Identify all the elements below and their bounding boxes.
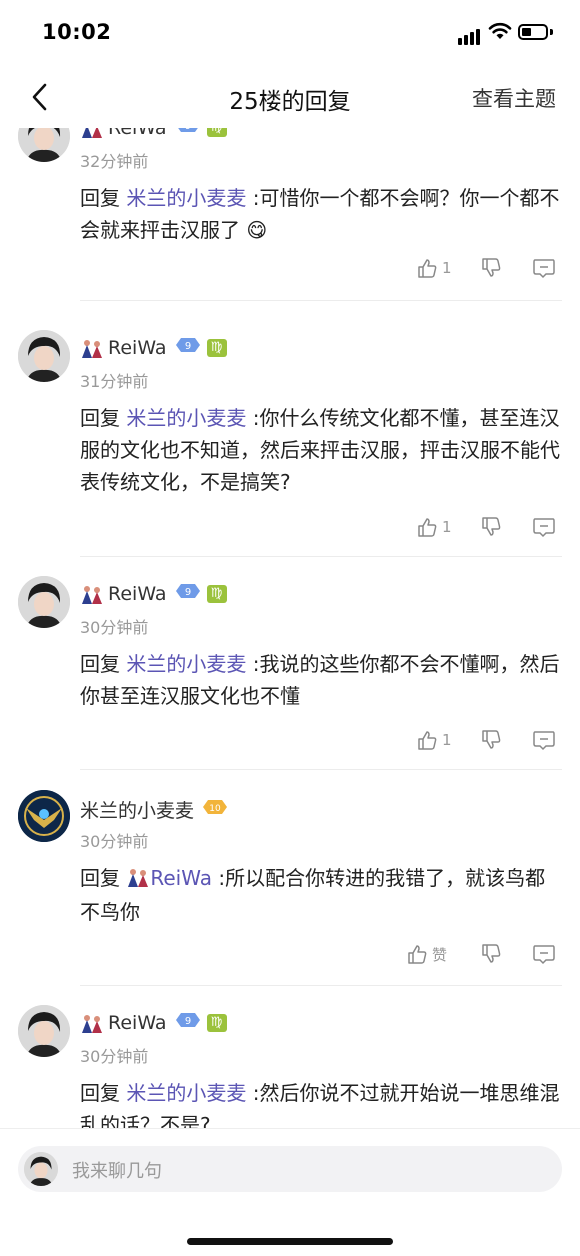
- action-bar: 1: [0, 253, 580, 283]
- post-time: 30分钟前: [80, 1047, 149, 1066]
- action-bar: 1: [0, 512, 580, 542]
- thumbs-down-icon: [482, 730, 501, 749]
- comment-icon: [533, 259, 555, 279]
- comment-icon: [533, 945, 555, 965]
- reply-text: 回复 米兰的小麦麦 :然后你说不过就开始说一堆思维混乱的话？不是?: [80, 1081, 560, 1128]
- author-name[interactable]: 米兰的小麦麦: [80, 796, 194, 823]
- svg-text:9: 9: [184, 1016, 190, 1027]
- signal-icon: [458, 26, 482, 45]
- dislike-button[interactable]: [480, 725, 502, 755]
- view-topic-button[interactable]: 查看主题: [472, 83, 556, 113]
- figurine-flair-icon: [80, 584, 104, 604]
- status-bar: 10:02: [0, 0, 580, 70]
- author-row: ReiWa 9 ♍: [80, 1011, 227, 1034]
- avatar[interactable]: [18, 128, 70, 162]
- level-badge: 9: [175, 128, 201, 139]
- figurine-flair-icon: [80, 128, 104, 138]
- post-time: 32分钟前: [80, 152, 149, 171]
- like-button[interactable]: 1: [416, 253, 452, 283]
- figurine-flair-icon: [80, 1013, 104, 1033]
- reply-bar: 我来聊几句: [0, 1128, 580, 1256]
- thumbs-down-icon: [482, 944, 501, 963]
- thumbs-up-icon: [408, 945, 427, 964]
- mention-link[interactable]: 米兰的小麦麦: [126, 652, 246, 676]
- level-badge: 9: [175, 1011, 201, 1034]
- comment-icon: [533, 731, 555, 751]
- reply-feed[interactable]: ReiWa 9 ♍ 32分钟前 回复 米兰的小麦麦 :可惜你一个都不会啊？你一个…: [0, 128, 580, 1128]
- comment-button[interactable]: [532, 725, 556, 755]
- reply-text: 回复 米兰的小麦麦 :可惜你一个都不会啊？你一个都不会就来抨击汉服了 😋: [80, 186, 560, 242]
- like-button[interactable]: 赞: [406, 939, 447, 969]
- thumbs-up-icon: [418, 518, 437, 537]
- author-row: ReiWa 9 ♍: [80, 336, 227, 359]
- battery-icon: [518, 24, 548, 40]
- reply-placeholder: 我来聊几句: [72, 1161, 162, 1182]
- svg-text:9: 9: [184, 128, 190, 132]
- level-badge: 9: [175, 582, 201, 605]
- level-badge: 9: [175, 336, 201, 359]
- mention-link[interactable]: ReiWa: [150, 866, 212, 890]
- author-name[interactable]: ReiWa: [108, 337, 167, 359]
- reply-text: 回复 ReiWa :所以配合你转进的我错了，就该鸟都不鸟你: [80, 862, 560, 928]
- comment-button[interactable]: [532, 253, 556, 283]
- figurine-flair-icon: [80, 338, 104, 358]
- comment-icon: [533, 518, 555, 538]
- home-indicator[interactable]: [187, 1238, 393, 1245]
- action-bar: 1: [0, 725, 580, 755]
- author-row: ReiWa 9 ♍: [80, 128, 227, 139]
- comment-button[interactable]: [532, 939, 556, 969]
- author-name[interactable]: ReiWa: [108, 1012, 167, 1034]
- nav-bar: 25楼的回复 查看主题: [0, 70, 580, 128]
- reply-text: 回复 米兰的小麦麦 :你什么传统文化都不懂，甚至连汉服的文化也不知道，然后来抨击…: [80, 406, 560, 494]
- avatar[interactable]: [18, 576, 70, 628]
- mention-link[interactable]: 米兰的小麦麦: [126, 406, 246, 430]
- like-button[interactable]: 1: [416, 512, 452, 542]
- level-badge: 10: [202, 798, 228, 821]
- dislike-button[interactable]: [480, 253, 502, 283]
- dislike-button[interactable]: [480, 512, 502, 542]
- author-row: 米兰的小麦麦 10: [80, 796, 228, 823]
- author-row: ReiWa 9 ♍: [80, 582, 227, 605]
- zodiac-badge: ♍: [206, 1013, 227, 1032]
- post-time: 31分钟前: [80, 372, 149, 391]
- zodiac-badge: ♍: [206, 128, 227, 137]
- zodiac-badge: ♍: [206, 338, 227, 357]
- zodiac-badge: ♍: [206, 584, 227, 603]
- dislike-button[interactable]: [480, 939, 502, 969]
- mention-link[interactable]: 米兰的小麦麦: [126, 186, 246, 210]
- post-time: 30分钟前: [80, 832, 149, 851]
- wifi-icon: [488, 22, 512, 44]
- status-time: 10:02: [42, 20, 112, 44]
- comment-button[interactable]: [532, 512, 556, 542]
- thumbs-up-icon: [418, 731, 437, 750]
- action-bar: 赞: [0, 939, 580, 969]
- author-name[interactable]: ReiWa: [108, 128, 167, 139]
- thumbs-down-icon: [482, 258, 501, 277]
- reply-input[interactable]: 我来聊几句: [18, 1146, 562, 1192]
- mention-link[interactable]: 米兰的小麦麦: [126, 1081, 246, 1105]
- post-time: 30分钟前: [80, 618, 149, 637]
- figurine-flair-icon: [126, 864, 150, 896]
- svg-text:10: 10: [209, 804, 221, 814]
- svg-text:9: 9: [184, 341, 190, 352]
- svg-text:9: 9: [184, 587, 190, 598]
- avatar[interactable]: [18, 1005, 70, 1057]
- like-button[interactable]: 1: [416, 725, 452, 755]
- avatar[interactable]: [18, 330, 70, 382]
- author-name[interactable]: ReiWa: [108, 583, 167, 605]
- thumbs-up-icon: [418, 259, 437, 278]
- thumbs-down-icon: [482, 517, 501, 536]
- reply-text: 回复 米兰的小麦麦 :我说的这些你都不会不懂啊，然后你甚至连汉服文化也不懂: [80, 652, 560, 708]
- my-avatar: [24, 1152, 58, 1186]
- avatar[interactable]: [18, 790, 70, 842]
